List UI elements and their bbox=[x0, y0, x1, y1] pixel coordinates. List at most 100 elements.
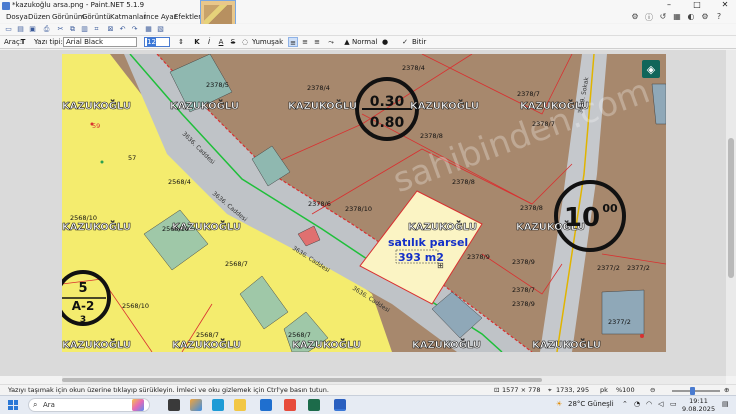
cut-icon[interactable]: ✂ bbox=[56, 25, 65, 34]
font-family-select[interactable]: Arial Black bbox=[63, 37, 137, 47]
zoom-out-icon[interactable]: ⊖ bbox=[650, 386, 655, 394]
network-icon[interactable]: ◔ bbox=[634, 400, 640, 408]
antialias-icon[interactable]: ◌ bbox=[240, 37, 250, 47]
horizontal-scrollbar[interactable] bbox=[62, 376, 726, 384]
copilot-app-icon[interactable] bbox=[190, 399, 202, 411]
zoom-slider-knob[interactable] bbox=[690, 387, 695, 395]
taskbar-clock[interactable]: 19:11 9.08.2025 bbox=[682, 397, 715, 413]
owner-label: KAZUKOĞLU bbox=[408, 220, 477, 233]
bold-button[interactable]: K bbox=[192, 37, 202, 47]
parcel-number: 2568/7 bbox=[288, 331, 311, 339]
parcel-number: 2378/7 bbox=[532, 120, 555, 128]
crop-icon[interactable]: ⌗ bbox=[92, 25, 101, 34]
parcel-number: 2378/9 bbox=[512, 258, 535, 266]
layers-icon[interactable]: ▦ bbox=[672, 12, 682, 23]
status-bar: Yazıyı taşımak için okun üzerine tıklayı… bbox=[0, 384, 736, 395]
parcel-number: 2377/2 bbox=[627, 264, 650, 272]
menu-view[interactable]: Görünüm bbox=[52, 13, 85, 21]
zoom-slider[interactable] bbox=[672, 390, 720, 392]
menu-image[interactable]: Görüntü bbox=[82, 13, 111, 21]
vertical-scrollbar[interactable] bbox=[726, 50, 736, 376]
align-center-button[interactable]: ≡ bbox=[300, 37, 310, 47]
survey-point bbox=[640, 334, 644, 338]
menu-layers[interactable]: Katmanlar bbox=[110, 13, 146, 21]
tray-expand-icon[interactable]: ⌃ bbox=[622, 400, 628, 408]
search-placeholder: Ara bbox=[43, 401, 55, 409]
parcel-number: 2378/9 bbox=[467, 253, 490, 261]
menu-edit[interactable]: Düzen bbox=[28, 13, 50, 21]
underline-button[interactable]: A bbox=[216, 37, 226, 47]
cursor-position: 1733, 295 bbox=[556, 386, 590, 394]
wifi-icon[interactable]: ◠ bbox=[646, 400, 652, 408]
settings-icon[interactable]: ⚙ bbox=[700, 12, 710, 23]
menu-effects[interactable]: Efektler bbox=[174, 13, 201, 21]
antialias-label[interactable]: Yumuşak bbox=[252, 38, 283, 46]
copilot-icon[interactable] bbox=[132, 399, 144, 411]
finish-check-icon[interactable]: ✓ bbox=[400, 37, 410, 47]
copy-icon[interactable]: ⧉ bbox=[68, 25, 77, 34]
notification-icon[interactable]: ▤ bbox=[722, 400, 729, 408]
unit-select[interactable]: pk bbox=[600, 386, 608, 394]
save-icon[interactable]: ▣ bbox=[28, 25, 37, 34]
sampling-icon[interactable]: ⤳ bbox=[326, 37, 336, 47]
info-icon[interactable]: ⓘ bbox=[644, 12, 654, 23]
outlook-icon[interactable] bbox=[260, 399, 272, 411]
vertical-scrollbar-thumb[interactable] bbox=[728, 138, 734, 278]
image-canvas[interactable]: ◈ sahibinden.com KAZUKOĞLU KAZUKOĞLU KAZ… bbox=[62, 54, 666, 352]
italic-button[interactable]: İ bbox=[204, 37, 214, 47]
zoom-in-icon[interactable]: ⊕ bbox=[724, 386, 729, 394]
font-size-select[interactable]: 12 bbox=[144, 37, 170, 47]
blend-mode-icon[interactable]: ▲ bbox=[342, 37, 352, 47]
parcel-number: 2378/9 bbox=[512, 300, 535, 308]
edge-browser-icon[interactable] bbox=[212, 399, 224, 411]
finish-label[interactable]: Bitir bbox=[412, 38, 426, 46]
owner-label: KAZUKOĞLU bbox=[292, 338, 361, 351]
blend-mode-label[interactable]: Normal bbox=[352, 38, 377, 46]
menu-adjustments[interactable]: İnce Ayar bbox=[144, 13, 177, 21]
green-app-icon[interactable] bbox=[308, 399, 320, 411]
close-button[interactable]: ✕ bbox=[718, 0, 732, 12]
grid-icon[interactable]: ▦ bbox=[144, 25, 153, 34]
parcel-number: 2568/10 bbox=[122, 302, 149, 310]
parcel-number: 2378/8 bbox=[420, 132, 443, 140]
paintnet-taskbar-icon[interactable] bbox=[334, 399, 346, 411]
undo-icon[interactable]: ↶ bbox=[118, 25, 127, 34]
strikethrough-button[interactable]: S bbox=[228, 37, 238, 47]
open-folder-icon[interactable]: ▤ bbox=[16, 25, 25, 34]
move-handle-icon[interactable]: ⊞ bbox=[437, 261, 444, 270]
parcel-number: 2378/5 bbox=[206, 81, 229, 89]
maximize-button[interactable]: □ bbox=[690, 0, 704, 12]
parcel-line bbox=[601, 253, 666, 265]
zoom-value[interactable]: %100 bbox=[616, 386, 635, 394]
owner-label: KAZUKOĞLU bbox=[170, 99, 239, 112]
font-size-value: 12 bbox=[147, 38, 156, 46]
deselect-icon[interactable]: ⊠ bbox=[106, 25, 115, 34]
chrome-icon[interactable] bbox=[284, 399, 296, 411]
align-left-button[interactable]: ≡ bbox=[288, 37, 298, 47]
print-icon[interactable]: ⎙ bbox=[42, 25, 51, 34]
text-tool-icon[interactable]: T bbox=[18, 37, 28, 47]
align-right-button[interactable]: ≡ bbox=[312, 37, 322, 47]
menu-file[interactable]: Dosya bbox=[6, 13, 28, 21]
paintnet-app-icon bbox=[2, 2, 10, 10]
gear-icon[interactable]: ⚙ bbox=[630, 12, 640, 23]
parcel-number: 2568/10 bbox=[162, 225, 189, 233]
ruler-icon[interactable]: ▧ bbox=[156, 25, 165, 34]
undo-history-icon[interactable]: ↺ bbox=[658, 12, 668, 23]
font-size-stepper-icon[interactable]: ⇕ bbox=[176, 37, 186, 47]
volume-icon[interactable]: ◁ bbox=[658, 400, 663, 408]
weather-text[interactable]: 28°C Güneşli bbox=[568, 400, 614, 408]
windows-start-icon[interactable] bbox=[8, 400, 18, 410]
horizontal-scrollbar-thumb[interactable] bbox=[62, 378, 542, 382]
owner-label: KAZUKOĞLU bbox=[172, 338, 241, 351]
task-view-icon[interactable] bbox=[168, 399, 180, 411]
paste-icon[interactable]: ▥ bbox=[80, 25, 89, 34]
palette-icon[interactable]: ◐ bbox=[686, 12, 696, 23]
battery-icon[interactable]: ▭ bbox=[670, 400, 677, 408]
minimize-button[interactable]: – bbox=[662, 0, 676, 12]
file-explorer-icon[interactable] bbox=[234, 399, 246, 411]
help-icon[interactable]: ? bbox=[714, 12, 724, 23]
new-file-icon[interactable]: ▭ bbox=[4, 25, 13, 34]
selection-clipping-icon[interactable]: ● bbox=[380, 37, 390, 47]
redo-icon[interactable]: ↷ bbox=[130, 25, 139, 34]
